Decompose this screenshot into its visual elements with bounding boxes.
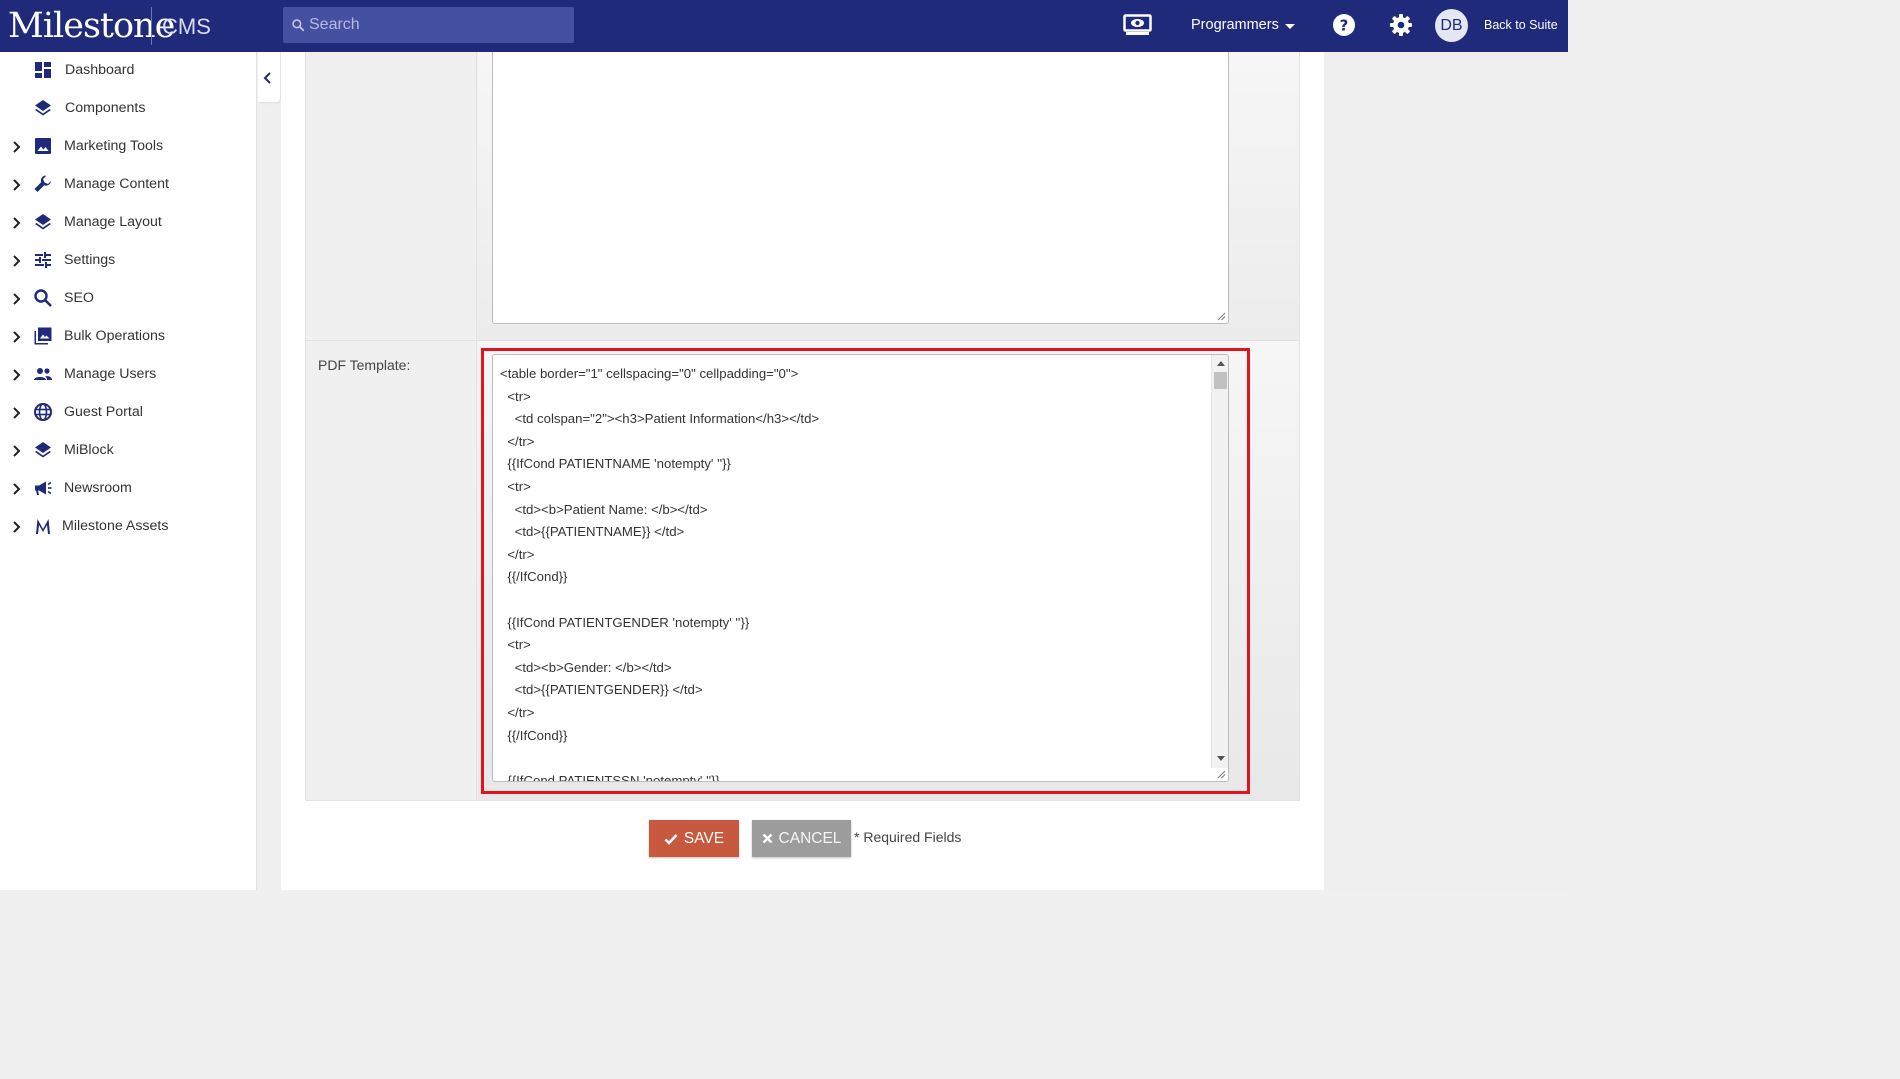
sidebar-item-label: Components <box>65 100 146 116</box>
search-input[interactable] <box>307 7 567 43</box>
chevron-right-icon <box>13 141 21 153</box>
sidebar-item-guest-portal[interactable]: Guest Portal <box>0 394 257 432</box>
milestone-logo[interactable]: Milestone <box>8 6 175 46</box>
sidebar-item-manage-users[interactable]: Manage Users <box>0 356 257 394</box>
search-box[interactable] <box>283 7 574 43</box>
search-icon <box>292 19 305 32</box>
layers-icon <box>35 100 51 116</box>
globe-icon <box>34 403 52 421</box>
check-icon <box>664 833 678 845</box>
wrench-icon <box>34 175 51 192</box>
sidebar-item-label: Guest Portal <box>64 404 143 420</box>
preview-icon[interactable] <box>1123 14 1152 36</box>
product-name: CMS <box>162 14 211 39</box>
chevron-down-icon <box>1284 23 1295 29</box>
megaphone-icon <box>35 481 52 495</box>
sidebar-item-label: Milestone Assets <box>62 518 169 534</box>
sidebar-item-manage-layout[interactable]: Manage Layout <box>0 204 257 242</box>
sidebar-item-label: SEO <box>64 290 94 306</box>
sidebar-item-milestone-assets[interactable]: Milestone Assets <box>0 508 257 546</box>
main-content: PDF Template: <table border="1" cellspac… <box>281 52 1324 890</box>
close-icon <box>762 833 772 844</box>
account-menu[interactable]: Programmers <box>1191 17 1295 33</box>
save-button[interactable]: SAVE <box>649 820 739 857</box>
sidebar-item-dashboard[interactable]: Dashboard <box>0 52 257 90</box>
avatar[interactable]: DB <box>1435 9 1468 42</box>
sidebar-item-seo[interactable]: SEO <box>0 280 257 318</box>
right-gutter <box>1324 52 1568 890</box>
sidebar-item-label: Newsroom <box>64 480 132 496</box>
chevron-right-icon <box>13 407 21 419</box>
resize-handle-icon[interactable] <box>1217 312 1226 321</box>
chevron-right-icon <box>13 179 21 191</box>
sliders-icon <box>35 252 51 268</box>
sidebar-item-label: Manage Content <box>64 176 169 192</box>
sidebar-item-marketing-tools[interactable]: Marketing Tools <box>0 128 257 166</box>
chevron-left-icon <box>263 72 271 84</box>
sidebar-item-label: Manage Layout <box>64 214 162 230</box>
save-button-label: SAVE <box>683 829 725 847</box>
sidebar-item-components[interactable]: Components <box>0 90 257 128</box>
search-icon <box>34 289 52 307</box>
milestone-m-icon <box>36 519 50 534</box>
dashboard-icon <box>35 62 51 78</box>
sidebar-item-label: Bulk Operations <box>64 328 165 344</box>
top-navbar: Milestone CMS Programmers ? DB Back to <box>0 0 1568 52</box>
photo-library-icon <box>34 327 52 345</box>
required-fields-note: * Required Fields <box>854 829 962 845</box>
sidebar-item-label: MiBlock <box>64 442 114 458</box>
layers-icon <box>35 214 51 230</box>
upper-textarea[interactable] <box>492 52 1229 324</box>
sidebar-item-miblock[interactable]: MiBlock <box>0 432 257 470</box>
gear-icon[interactable] <box>1389 13 1413 37</box>
layers-icon <box>35 442 51 458</box>
chevron-right-icon <box>13 445 21 457</box>
sidebar-item-label: Manage Users <box>64 366 157 382</box>
chevron-right-icon <box>13 217 21 229</box>
sidebar-item-newsroom[interactable]: Newsroom <box>0 470 257 508</box>
sidebar-item-bulk-operations[interactable]: Bulk Operations <box>0 318 257 356</box>
form-table: PDF Template: <table border="1" cellspac… <box>305 52 1300 801</box>
chevron-right-icon <box>13 369 21 381</box>
sidebar-item-label: Settings <box>64 252 116 268</box>
pdf-template-label: PDF Template: <box>318 357 411 373</box>
svg-text:?: ? <box>1340 17 1349 35</box>
collapse-sidebar-button[interactable] <box>258 52 280 102</box>
chevron-right-icon <box>13 255 21 267</box>
chevron-right-icon <box>13 331 21 343</box>
account-menu-label: Programmers <box>1191 17 1279 33</box>
chevron-right-icon <box>13 293 21 305</box>
sidebar: Dashboard Components Marketing Tools Man… <box>0 52 257 890</box>
row-divider <box>306 340 1299 341</box>
logo-divider <box>151 7 152 45</box>
people-icon <box>34 368 52 380</box>
cancel-button[interactable]: CANCEL <box>752 820 851 857</box>
highlight-box <box>481 348 1250 794</box>
sidebar-item-label: Dashboard <box>65 62 135 78</box>
chevron-right-icon <box>13 521 21 533</box>
help-icon[interactable]: ? <box>1332 13 1356 37</box>
cancel-button-label: CANCEL <box>778 829 842 847</box>
sidebar-item-manage-content[interactable]: Manage Content <box>0 166 257 204</box>
chevron-right-icon <box>13 483 21 495</box>
back-to-suite-link[interactable]: Back to Suite <box>1484 18 1558 32</box>
image-icon <box>35 138 51 154</box>
label-column <box>306 52 477 800</box>
sidebar-item-label: Marketing Tools <box>64 138 164 154</box>
sidebar-item-settings[interactable]: Settings <box>0 242 257 280</box>
